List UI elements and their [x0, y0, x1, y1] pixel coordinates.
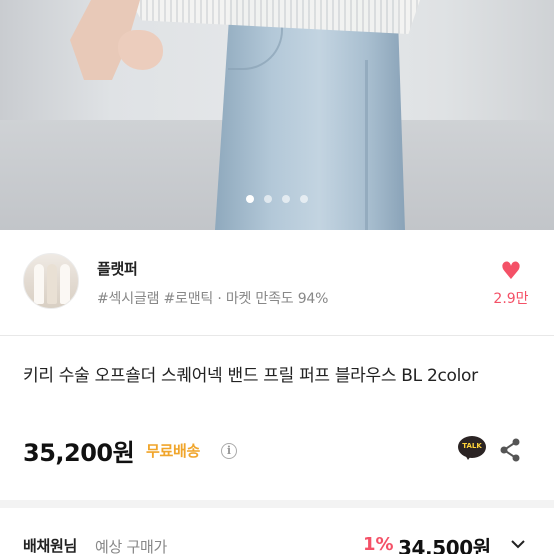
product-image[interactable] — [0, 0, 554, 230]
slide-dot[interactable] — [246, 195, 254, 203]
discount-rate: 1% — [363, 534, 394, 554]
section-divider — [0, 500, 554, 508]
slide-indicator — [0, 195, 554, 203]
heart-icon: ♥ — [500, 257, 522, 285]
divider — [0, 335, 554, 336]
avatar-figure — [60, 264, 70, 304]
talk-bubble-tail — [464, 453, 473, 460]
seller-tags: #섹시글램 #로맨틱 · 마켓 만족도 94% — [97, 291, 329, 307]
slide-dot[interactable] — [282, 195, 290, 203]
buyer-name: 배채원님 — [23, 537, 78, 554]
product-title: 키리 수술 오프숄더 스퀘어넥 밴드 프릴 퍼프 블라우스 BL 2color — [23, 366, 478, 386]
slide-dot[interactable] — [264, 195, 272, 203]
seller-row: 플랫퍼 #섹시글램 #로맨틱 · 마켓 만족도 94% ♥ 2.9만 — [0, 230, 554, 335]
product-price: 35,200원 — [23, 439, 135, 467]
avatar-figure — [34, 264, 44, 304]
free-shipping-label: 무료배송 — [146, 442, 201, 460]
photo-skirt-seam — [365, 60, 368, 230]
like-button[interactable]: ♥ 2.9만 — [488, 258, 534, 308]
talk-label: TALK — [462, 442, 482, 450]
info-icon[interactable]: i — [221, 443, 237, 459]
avatar-figure — [47, 264, 57, 304]
like-count: 2.9만 — [493, 291, 529, 307]
expected-price-label: 예상 구매가 — [95, 538, 167, 554]
expected-price: 34,500원 — [398, 536, 491, 554]
share-icon[interactable] — [497, 437, 523, 463]
chevron-down-icon[interactable] — [510, 536, 526, 552]
seller-avatar[interactable] — [23, 253, 79, 309]
slide-dot[interactable] — [300, 195, 308, 203]
kakaotalk-share-icon[interactable]: TALK — [458, 436, 486, 462]
seller-name[interactable]: 플랫퍼 — [97, 258, 138, 279]
